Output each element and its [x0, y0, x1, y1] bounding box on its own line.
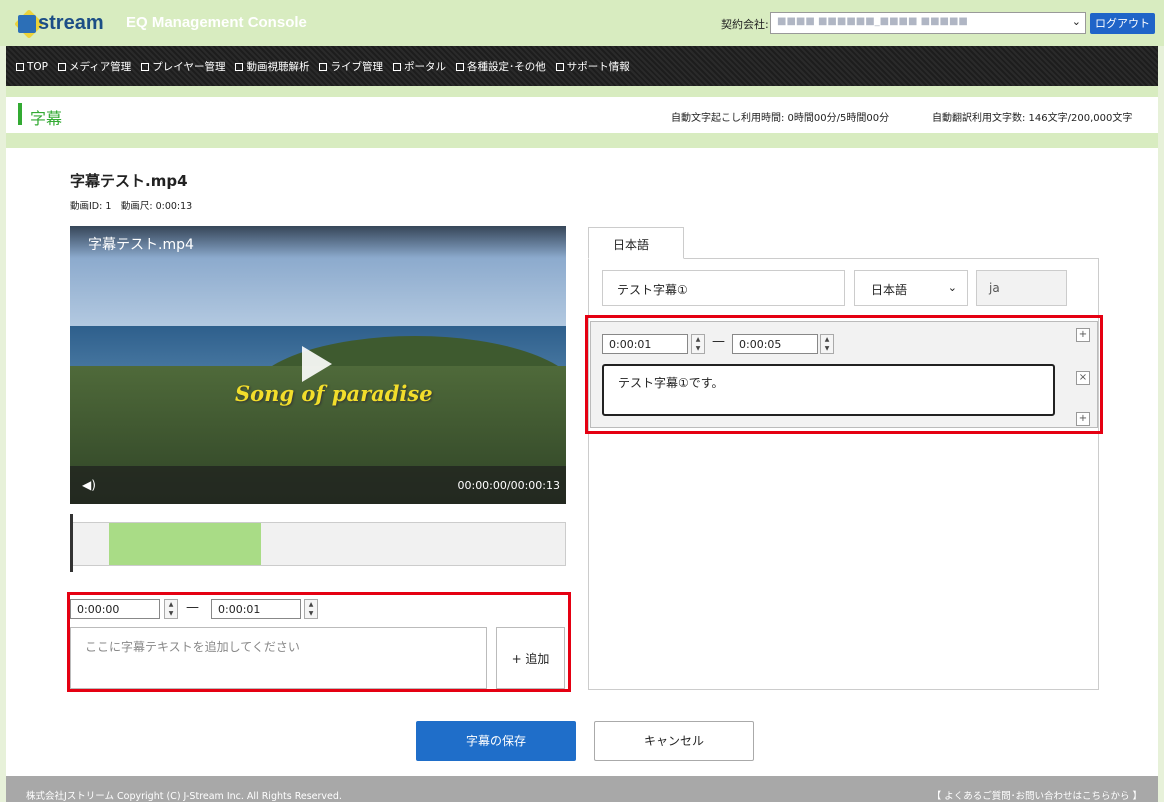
checkbox-icon: [455, 62, 464, 71]
nav-item-media[interactable]: メディア管理: [58, 59, 131, 74]
language-select[interactable]: 日本語 ⌄: [854, 270, 968, 306]
transcription-usage: 自動文字起こし利用時間: 0時間00分/5時間00分: [671, 113, 890, 124]
timeline-playhead[interactable]: [70, 514, 73, 572]
translation-usage: 自動翻訳利用文字数: 146文字/200,000文字: [932, 113, 1133, 124]
nav-item-portal[interactable]: ポータル: [392, 59, 446, 74]
checkbox-icon: [235, 62, 244, 71]
video-title-bar: 字幕テスト.mp4: [70, 226, 566, 258]
title-band-top: [6, 86, 1158, 97]
tab-japanese[interactable]: 日本語: [588, 227, 684, 259]
title-band-bottom: [6, 133, 1158, 148]
video-title: 字幕テスト.mp4: [88, 237, 194, 253]
language-value: 日本語: [871, 283, 908, 297]
chevron-down-icon: ⌄: [947, 281, 957, 294]
insert-above-plus-icon[interactable]: +: [1076, 328, 1090, 342]
save-captions-button[interactable]: 字幕の保存: [416, 721, 576, 761]
end-time-stepper[interactable]: ▲ ▼: [304, 599, 318, 619]
nav-item-analytics[interactable]: 動画視聴解析: [235, 59, 309, 74]
logo-text: stream: [38, 12, 104, 34]
faq-link[interactable]: 【 よくあるご質問･お問い合わせはこちらから 】: [932, 788, 1142, 802]
title-accent: [18, 103, 22, 125]
caption-name-input[interactable]: テスト字幕①: [602, 270, 845, 306]
video-overlay-text: Song of paradise: [235, 381, 433, 406]
video-time: 00:00:00/00:00:13: [457, 479, 560, 492]
time-separator: —: [712, 334, 725, 349]
nav-item-live[interactable]: ライブ管理: [319, 59, 383, 74]
entry-caption-text[interactable]: テスト字幕①です。: [602, 364, 1055, 416]
nav-item-support[interactable]: サポート情報: [555, 59, 630, 74]
nav-item-player[interactable]: プレイヤー管理: [141, 59, 225, 74]
footer: 株式会社Jストリーム Copyright (C) J-Stream Inc. A…: [6, 776, 1158, 802]
jstream-logo[interactable]: stream: [14, 9, 114, 39]
nav-label: 各種設定･その他: [466, 61, 546, 73]
header: stream EQ Management Console 契約会社: ■■■■ …: [0, 0, 1164, 46]
new-start-time-input[interactable]: 0:00:00: [70, 599, 160, 619]
checkbox-icon: [141, 62, 150, 71]
copyright: 株式会社Jストリーム Copyright (C) J-Stream Inc. A…: [26, 791, 342, 802]
volume-icon[interactable]: ◀): [82, 478, 96, 492]
nav-item-top[interactable]: TOP: [16, 59, 48, 74]
checkbox-icon: [16, 62, 24, 71]
nav-label: ポータル: [403, 61, 446, 73]
company-value: ■■■■ ■■■■■■_■■■■ ■■■■■: [777, 16, 968, 27]
new-caption-text-input[interactable]: ここに字幕テキストを追加してください: [70, 627, 487, 689]
checkbox-icon: [319, 62, 328, 71]
video-controls: ◀) 00:00:00/00:00:13: [70, 466, 566, 504]
nav-label: ライブ管理: [330, 61, 383, 73]
caption-timeline[interactable]: [70, 522, 566, 566]
nav-label: プレイヤー管理: [152, 61, 226, 73]
console-title: EQ Management Console: [126, 14, 307, 31]
play-icon[interactable]: [302, 346, 332, 382]
logo-mark-inner: [18, 15, 36, 33]
entry-start-stepper[interactable]: ▲ ▼: [691, 334, 705, 354]
entry-end-time-input[interactable]: 0:00:05: [732, 334, 818, 354]
checkbox-icon: [58, 62, 67, 71]
file-title: 字幕テスト.mp4: [70, 172, 188, 190]
entry-end-stepper[interactable]: ▲ ▼: [820, 334, 834, 354]
page-title: 字幕: [30, 109, 63, 128]
video-player[interactable]: 字幕テスト.mp4 Song of paradise ◀) 00:00:00/0…: [70, 226, 566, 504]
time-separator: —: [186, 600, 199, 615]
start-time-stepper[interactable]: ▲ ▼: [164, 599, 178, 619]
delete-close-icon[interactable]: ×: [1076, 371, 1090, 385]
company-select[interactable]: ■■■■ ■■■■■■_■■■■ ■■■■■ ⌄: [770, 12, 1086, 34]
insert-below-plus-icon[interactable]: +: [1076, 412, 1090, 426]
entry-start-time-input[interactable]: 0:00:01: [602, 334, 688, 354]
nav-label: メディア管理: [69, 61, 132, 73]
timeline-segment[interactable]: [109, 523, 261, 565]
title-bar: 字幕 自動文字起こし利用時間: 0時間00分/5時間00分 自動翻訳利用文字数:…: [6, 97, 1158, 133]
main-nav: TOP メディア管理 プレイヤー管理 動画視聴解析 ライブ管理 ポータル 各種設…: [6, 46, 1158, 86]
chevron-down-icon: ⌄: [1071, 15, 1081, 28]
new-end-time-input[interactable]: 0:00:01: [211, 599, 301, 619]
cancel-button[interactable]: キャンセル: [594, 721, 754, 761]
language-code-field: ja: [976, 270, 1067, 306]
checkbox-icon: [555, 62, 564, 71]
nav-label: 動画視聴解析: [246, 61, 310, 73]
add-caption-button[interactable]: + 追加: [496, 627, 565, 689]
file-meta: 動画ID: 1 動画尺: 0:00:13: [70, 201, 193, 212]
checkbox-icon: [392, 62, 401, 71]
nav-label: TOP: [27, 60, 49, 73]
logout-button[interactable]: ログアウト: [1090, 13, 1155, 34]
company-label: 契約会社:: [721, 18, 769, 31]
nav-label: サポート情報: [566, 61, 630, 73]
nav-item-settings[interactable]: 各種設定･その他: [455, 59, 546, 74]
